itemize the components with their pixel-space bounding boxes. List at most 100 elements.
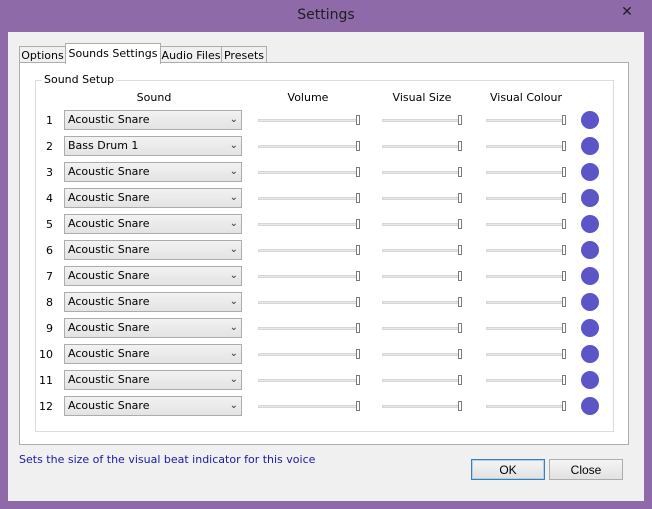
visual-colour-slider-thumb[interactable] [562, 115, 566, 125]
chevron-down-icon[interactable]: ⌄ [230, 267, 238, 285]
sound-select[interactable]: Acoustic Snare ⌄ [64, 344, 242, 364]
volume-slider[interactable] [258, 167, 360, 177]
tab-audio-files[interactable]: Audio Files [160, 46, 222, 63]
chevron-down-icon[interactable]: ⌄ [230, 241, 238, 259]
visual-colour-slider-thumb[interactable] [562, 375, 566, 385]
visual-colour-swatch[interactable] [581, 319, 599, 337]
visual-colour-swatch[interactable] [581, 215, 599, 233]
visual-colour-slider[interactable] [486, 245, 566, 255]
sound-select[interactable]: Acoustic Snare ⌄ [64, 110, 242, 130]
volume-slider-thumb[interactable] [356, 349, 360, 359]
visual-size-slider-thumb[interactable] [458, 297, 462, 307]
visual-colour-slider[interactable] [486, 219, 566, 229]
volume-slider[interactable] [258, 349, 360, 359]
visual-size-slider[interactable] [382, 401, 462, 411]
chevron-down-icon[interactable]: ⌄ [230, 189, 238, 207]
visual-colour-swatch[interactable] [581, 345, 599, 363]
visual-size-slider-thumb[interactable] [458, 401, 462, 411]
visual-colour-slider[interactable] [486, 141, 566, 151]
sound-select[interactable]: Acoustic Snare ⌄ [64, 162, 242, 182]
visual-size-slider-thumb[interactable] [458, 219, 462, 229]
tab-sounds-settings[interactable]: Sounds Settings [65, 43, 161, 64]
volume-slider-thumb[interactable] [356, 219, 360, 229]
chevron-down-icon[interactable]: ⌄ [230, 371, 238, 389]
visual-colour-slider[interactable] [486, 401, 566, 411]
volume-slider[interactable] [258, 271, 360, 281]
visual-size-slider[interactable] [382, 245, 462, 255]
visual-colour-slider-thumb[interactable] [562, 401, 566, 411]
visual-colour-slider-thumb[interactable] [562, 245, 566, 255]
volume-slider[interactable] [258, 323, 360, 333]
visual-colour-slider[interactable] [486, 167, 566, 177]
visual-size-slider-thumb[interactable] [458, 245, 462, 255]
volume-slider[interactable] [258, 297, 360, 307]
volume-slider[interactable] [258, 115, 360, 125]
visual-size-slider-thumb[interactable] [458, 375, 462, 385]
visual-size-slider[interactable] [382, 141, 462, 151]
sound-select[interactable]: Acoustic Snare ⌄ [64, 292, 242, 312]
visual-colour-slider-thumb[interactable] [562, 297, 566, 307]
visual-colour-slider[interactable] [486, 271, 566, 281]
visual-size-slider[interactable] [382, 349, 462, 359]
volume-slider[interactable] [258, 219, 360, 229]
visual-size-slider[interactable] [382, 323, 462, 333]
volume-slider[interactable] [258, 401, 360, 411]
visual-size-slider[interactable] [382, 115, 462, 125]
title-bar[interactable]: Settings ✕ [0, 0, 652, 32]
sound-select[interactable]: Acoustic Snare ⌄ [64, 370, 242, 390]
visual-colour-slider[interactable] [486, 193, 566, 203]
volume-slider[interactable] [258, 141, 360, 151]
sound-select[interactable]: Acoustic Snare ⌄ [64, 214, 242, 234]
chevron-down-icon[interactable]: ⌄ [230, 111, 238, 129]
volume-slider-thumb[interactable] [356, 167, 360, 177]
visual-colour-slider-thumb[interactable] [562, 349, 566, 359]
volume-slider-thumb[interactable] [356, 271, 360, 281]
visual-colour-swatch[interactable] [581, 163, 599, 181]
visual-colour-slider-thumb[interactable] [562, 167, 566, 177]
visual-colour-slider-thumb[interactable] [562, 219, 566, 229]
sound-select[interactable]: Acoustic Snare ⌄ [64, 188, 242, 208]
volume-slider[interactable] [258, 193, 360, 203]
visual-size-slider[interactable] [382, 297, 462, 307]
volume-slider[interactable] [258, 245, 360, 255]
chevron-down-icon[interactable]: ⌄ [230, 397, 238, 415]
sound-select[interactable]: Acoustic Snare ⌄ [64, 266, 242, 286]
visual-colour-swatch[interactable] [581, 137, 599, 155]
visual-colour-swatch[interactable] [581, 111, 599, 129]
tab-presets[interactable]: Presets [221, 46, 267, 63]
visual-size-slider[interactable] [382, 219, 462, 229]
visual-colour-swatch[interactable] [581, 189, 599, 207]
visual-colour-slider-thumb[interactable] [562, 193, 566, 203]
visual-colour-swatch[interactable] [581, 397, 599, 415]
ok-button[interactable]: OK [471, 459, 545, 480]
chevron-down-icon[interactable]: ⌄ [230, 293, 238, 311]
visual-colour-swatch[interactable] [581, 241, 599, 259]
volume-slider-thumb[interactable] [356, 375, 360, 385]
visual-colour-slider-thumb[interactable] [562, 141, 566, 151]
tab-options[interactable]: Options [19, 46, 66, 63]
visual-size-slider-thumb[interactable] [458, 271, 462, 281]
sound-select[interactable]: Bass Drum 1 ⌄ [64, 136, 242, 156]
visual-colour-slider-thumb[interactable] [562, 323, 566, 333]
visual-colour-slider[interactable] [486, 297, 566, 307]
visual-size-slider-thumb[interactable] [458, 349, 462, 359]
visual-size-slider-thumb[interactable] [458, 141, 462, 151]
close-icon[interactable]: ✕ [610, 2, 644, 22]
visual-size-slider-thumb[interactable] [458, 193, 462, 203]
visual-colour-swatch[interactable] [581, 267, 599, 285]
visual-size-slider[interactable] [382, 375, 462, 385]
chevron-down-icon[interactable]: ⌄ [230, 163, 238, 181]
visual-colour-slider[interactable] [486, 349, 566, 359]
sound-select[interactable]: Acoustic Snare ⌄ [64, 240, 242, 260]
visual-size-slider[interactable] [382, 271, 462, 281]
visual-size-slider-thumb[interactable] [458, 115, 462, 125]
close-button[interactable]: Close [549, 459, 623, 480]
volume-slider[interactable] [258, 375, 360, 385]
visual-size-slider-thumb[interactable] [458, 323, 462, 333]
chevron-down-icon[interactable]: ⌄ [230, 345, 238, 363]
visual-colour-swatch[interactable] [581, 371, 599, 389]
visual-size-slider[interactable] [382, 193, 462, 203]
volume-slider-thumb[interactable] [356, 115, 360, 125]
chevron-down-icon[interactable]: ⌄ [230, 319, 238, 337]
volume-slider-thumb[interactable] [356, 323, 360, 333]
